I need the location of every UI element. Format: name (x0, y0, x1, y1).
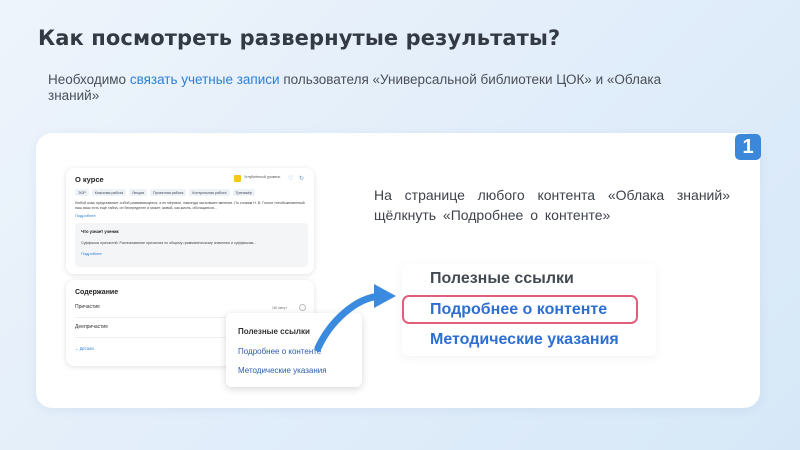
level-star-icon (234, 175, 241, 182)
pointer-arrow-icon (314, 284, 396, 352)
contents-item[interactable]: Причастие (75, 304, 100, 310)
course-card-title: О курсе (75, 175, 104, 184)
chip[interactable]: Контрольная работа (189, 189, 230, 196)
level-label: Углублённый уровень (244, 175, 281, 179)
methodical-guidelines-link-zoomed[interactable]: Методические указания (430, 331, 619, 349)
course-description: Любой язык представляет собой развивающе… (75, 201, 305, 210)
more-link[interactable]: Подробнее (75, 213, 96, 218)
learn-more-link[interactable]: Подробнее (81, 251, 102, 256)
methodical-guidelines-link[interactable]: Методические указания (238, 366, 327, 375)
learn-text: Суффиксы причастий. Распознавание причас… (81, 241, 257, 245)
instruction-text: На странице любого контента «Облака знан… (374, 187, 730, 223)
zoom-title: Полезные ссылки (430, 270, 574, 287)
course-card-screenshot: О курсе Углублённый уровень ♡ ↻ ЭОР Клас… (66, 168, 314, 274)
contents-item-time: 150 минут (272, 306, 287, 310)
intro-link: связать учетные записи (129, 72, 280, 87)
chip[interactable]: Классная работа (91, 189, 127, 196)
step-badge: 1 (735, 134, 761, 160)
chip[interactable]: Тренажёр (232, 189, 255, 196)
share-icon[interactable]: ↻ (299, 175, 304, 182)
chip-list: ЭОР Классная работа Лекция Проектная раб… (75, 189, 255, 196)
chip[interactable]: Проектная работа (150, 189, 187, 196)
learn-title: Что узнает ученик (81, 229, 119, 234)
useful-links-zoomed: Полезные ссылки Подробнее о контенте Мет… (402, 264, 656, 356)
contents-title: Содержание (75, 289, 119, 296)
slide-title: Как посмотреть развернутые результаты? (38, 26, 561, 50)
contents-item[interactable]: Деепричастие (75, 324, 108, 330)
heart-icon[interactable]: ♡ (288, 175, 293, 182)
learn-box: Что узнает ученик Суффиксы причастий. Ра… (75, 223, 308, 267)
chip[interactable]: Лекция (129, 189, 148, 196)
details-toggle[interactable]: ⌄ Детали (75, 346, 94, 351)
content-details-link-zoomed[interactable]: Подробнее о контенте (430, 301, 607, 319)
intro-text: Необходимо связать учетные записи пользо… (48, 72, 688, 104)
intro-prefix: Необходимо (48, 72, 130, 87)
chip[interactable]: ЭОР (75, 189, 89, 196)
details-label: Детали (79, 346, 94, 351)
